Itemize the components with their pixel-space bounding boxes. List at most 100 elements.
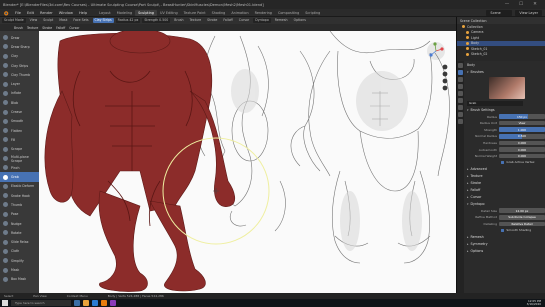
property-value-field[interactable]: 1.000 (499, 127, 545, 133)
workspace-tab-shading[interactable]: Shading (209, 10, 229, 16)
tool-pose[interactable]: Pose (0, 210, 39, 219)
tool-setting-texture[interactable]: Texture (27, 26, 38, 30)
tool-crease[interactable]: Crease (0, 107, 39, 116)
tool-cloth[interactable]: Cloth (0, 247, 39, 256)
active-tool-tab-icon[interactable] (458, 70, 463, 75)
object-tab-icon[interactable] (458, 105, 463, 110)
stroke-menu[interactable]: Stroke (205, 18, 219, 23)
tool-fill[interactable]: Fill (0, 135, 39, 144)
tool-setting-falloff[interactable]: Falloff (56, 26, 65, 30)
menu-help[interactable]: Help (76, 11, 90, 15)
workspace-tab-compositing[interactable]: Compositing (275, 10, 302, 16)
world-tab-icon[interactable] (458, 98, 463, 103)
maximize-button[interactable]: ☐ (514, 2, 528, 7)
section-falloff[interactable]: ▸ Falloff (465, 187, 545, 193)
brush-name-field[interactable]: Grab (467, 101, 523, 106)
brush-selector[interactable]: Clay Strips (92, 18, 114, 23)
workspace-tab-scripting[interactable]: Scripting (302, 10, 323, 16)
workspace-tab-texture-paint[interactable]: Texture Paint (181, 10, 209, 16)
material-tab-icon[interactable] (458, 119, 463, 124)
file-explorer-icon[interactable] (83, 300, 89, 306)
view-layer-selector[interactable]: View Layer (515, 9, 542, 16)
tool-draw-sharp[interactable]: Draw Sharp (0, 42, 39, 51)
mode-selector[interactable]: Sculpt Mode (2, 18, 26, 23)
falloff-menu[interactable]: Falloff (221, 18, 234, 23)
workspace-tab-layout[interactable]: Layout (96, 10, 114, 16)
tool-multi-plane-scrape[interactable]: Multi-plane Scrape (0, 154, 39, 163)
section-texture[interactable]: ▸ Texture (465, 173, 545, 179)
brush-settings-menu[interactable]: Brush (172, 18, 185, 23)
output-tab-icon[interactable] (458, 84, 463, 89)
property-value-field[interactable]: 0.000 (499, 147, 545, 152)
taskbar-clock[interactable]: 12:05 PM 3/16/2020 (527, 299, 545, 306)
sculpt-menu[interactable]: Sculpt (41, 18, 55, 23)
tool-draw[interactable]: Draw (0, 33, 39, 42)
tool-grab[interactable]: Grab (0, 172, 39, 182)
workspace-tab-uv-editing[interactable]: UV Editing (157, 10, 181, 16)
menu-window[interactable]: Window (56, 11, 76, 15)
property-value-field[interactable]: 12.00 px (499, 208, 545, 214)
tool-box-mask[interactable]: Box Mask (0, 275, 39, 284)
property-value-field[interactable]: 0.000 (499, 140, 545, 146)
menu-render[interactable]: Render (37, 11, 56, 15)
workspace-tab-rendering[interactable]: Rendering (252, 10, 275, 16)
tool-snake-hook[interactable]: Snake Hook (0, 191, 39, 200)
dyntopo-toggle[interactable]: Dyntopo (253, 18, 271, 23)
tool-inflate[interactable]: Inflate (0, 89, 39, 98)
tool-clay-strips[interactable]: Clay Strips (0, 61, 39, 70)
section-symmetry[interactable]: ▸ Symmetry (465, 241, 545, 247)
tool-slide-relax[interactable]: Slide Relax (0, 238, 39, 247)
options-menu[interactable]: Options (292, 18, 308, 23)
face-sets-menu[interactable]: Face Sets (71, 18, 90, 23)
tool-flatten[interactable]: Flatten (0, 126, 39, 135)
windows-start-icon[interactable] (2, 300, 8, 306)
menu-edit[interactable]: Edit (24, 11, 37, 15)
section-options[interactable]: ▸ Options (465, 248, 545, 254)
strength-field[interactable]: Strength 0.500 (142, 18, 171, 23)
brushes-section[interactable]: ▾ Brushes (465, 69, 545, 75)
remesh-menu[interactable]: Remesh (273, 18, 290, 23)
viewport-canvas[interactable] (0, 31, 456, 293)
workspace-tab-animation[interactable]: Animation (228, 10, 251, 16)
grab-active-vertex-row[interactable]: Grab Active Vertex (465, 160, 545, 165)
checkbox-icon[interactable] (501, 160, 505, 165)
tool-smooth[interactable]: Smooth (0, 117, 39, 126)
property-value-field[interactable]: Subdivide Collapse (499, 215, 545, 220)
brush-preview-image[interactable] (489, 77, 525, 99)
tool-elastic-deform[interactable]: Elastic Deform (0, 182, 39, 191)
workspace-tab-modeling[interactable]: Modeling (114, 10, 135, 16)
tool-tab-icon[interactable] (458, 63, 463, 68)
3d-viewport[interactable] (0, 31, 456, 293)
view-menu[interactable]: View (28, 18, 40, 23)
tool-pinch[interactable]: Pinch (0, 163, 39, 172)
checkbox-icon[interactable] (501, 228, 505, 232)
tool-clay[interactable]: Clay (0, 52, 39, 61)
brush-settings-section[interactable]: ▾ Brush Settings (465, 107, 545, 113)
modifier-tab-icon[interactable] (458, 112, 463, 117)
workspace-tab-sculpting[interactable]: Sculpting (135, 9, 157, 16)
blender-taskbar-icon[interactable] (101, 300, 107, 306)
minimize-button[interactable]: — (500, 2, 514, 7)
dyntopo-section[interactable]: ▾ Dyntopo (465, 201, 545, 207)
close-button[interactable]: ✕ (528, 2, 542, 7)
smooth-shading-row[interactable]: Smooth Shading (465, 228, 545, 233)
texture-menu[interactable]: Texture (188, 18, 204, 23)
section-stroke[interactable]: ▸ Stroke (465, 180, 545, 186)
outliner-row[interactable]: Sketch_02 (457, 52, 545, 58)
mask-menu[interactable]: Mask (57, 18, 69, 23)
task-view-icon[interactable] (74, 300, 80, 306)
outliner-scene-collection[interactable]: Scene Collection (460, 19, 487, 23)
section-remesh[interactable]: ▸ Remesh (465, 234, 545, 240)
cursor-menu[interactable]: Cursor (237, 18, 251, 23)
tool-rotate[interactable]: Rotate (0, 228, 39, 237)
blender-logo-icon[interactable] (2, 10, 9, 16)
browser-icon[interactable] (92, 300, 98, 306)
tool-clay-thumb[interactable]: Clay Thumb (0, 70, 39, 79)
section-advanced[interactable]: ▸ Advanced (465, 166, 545, 172)
tool-scrape[interactable]: Scrape (0, 145, 39, 154)
tool-setting-cursor[interactable]: Cursor (69, 26, 79, 30)
tool-mask[interactable]: Mask (0, 265, 39, 274)
section-cursor[interactable]: ▸ Cursor (465, 194, 545, 200)
app-icon[interactable] (110, 300, 116, 306)
tool-simplify[interactable]: Simplify (0, 256, 39, 265)
